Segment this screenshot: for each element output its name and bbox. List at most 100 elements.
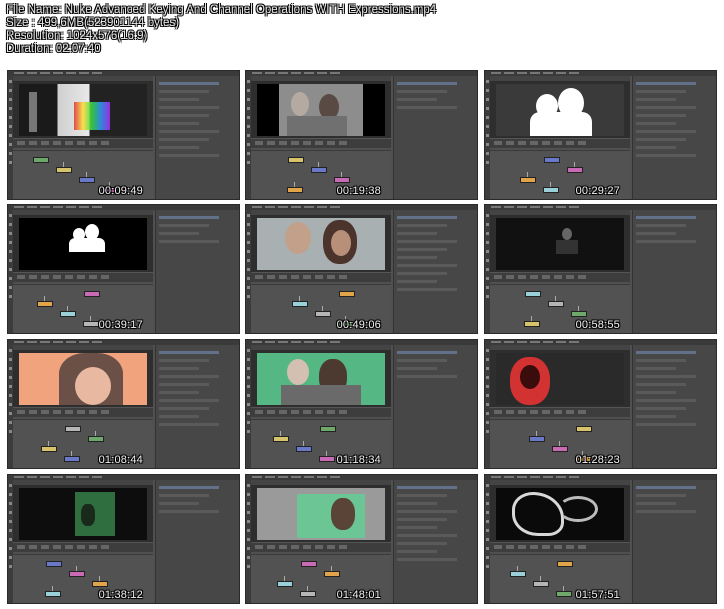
video-thumbnail: 00:49:06	[245, 204, 478, 334]
graph-node	[556, 591, 572, 597]
properties-panel	[393, 76, 477, 199]
video-thumbnail: 01:08:44	[7, 339, 240, 469]
viewer-frame	[19, 218, 147, 270]
file-duration: Duration: 02:07:40	[6, 43, 101, 55]
properties-panel	[393, 210, 477, 333]
graph-node	[543, 187, 559, 193]
thumbnail-timecode: 01:57:51	[575, 589, 620, 601]
viewer-frame	[496, 84, 624, 136]
graph-node	[88, 436, 104, 442]
graph-node	[320, 426, 336, 432]
properties-panel	[155, 210, 239, 333]
graph-node	[315, 311, 331, 317]
viewer-panel	[13, 345, 153, 417]
graph-node	[33, 157, 49, 163]
thumbnail-grid: 00:09:49 00:19:38 00:29:27 00:39:17 00:49:06…	[7, 70, 717, 606]
graph-node	[524, 321, 540, 327]
video-thumbnail: 00:58:55	[484, 204, 717, 334]
viewer-frame	[19, 84, 147, 136]
graph-node	[288, 157, 304, 163]
viewer-frame	[496, 353, 624, 405]
graph-node	[571, 311, 587, 317]
thumbnail-timecode: 01:08:44	[98, 454, 143, 466]
video-thumbnail: 00:19:38	[245, 70, 478, 200]
graph-node	[273, 436, 289, 442]
thumbnail-timecode: 01:38:12	[98, 589, 143, 601]
graph-node	[37, 301, 53, 307]
graph-node	[46, 561, 62, 567]
video-thumbnail: 01:48:01	[245, 474, 478, 604]
viewer-frame	[257, 218, 385, 270]
graph-node	[552, 446, 568, 452]
properties-panel	[632, 210, 716, 333]
viewer-panel	[490, 480, 630, 552]
properties-panel	[155, 76, 239, 199]
viewer-frame	[257, 488, 385, 540]
video-thumbnail: 00:09:49	[7, 70, 240, 200]
graph-node	[510, 571, 526, 577]
video-thumbnail: 01:57:51	[484, 474, 717, 604]
thumbnail-timecode: 01:48:01	[336, 589, 381, 601]
thumbnail-timecode: 00:49:06	[336, 319, 381, 331]
viewer-panel	[13, 480, 153, 552]
graph-node	[529, 436, 545, 442]
thumbnail-timecode: 00:58:55	[575, 319, 620, 331]
graph-node	[56, 167, 72, 173]
properties-panel	[155, 480, 239, 603]
viewer-panel	[13, 76, 153, 148]
properties-panel	[155, 345, 239, 468]
properties-panel	[393, 480, 477, 603]
viewer-panel	[490, 345, 630, 417]
graph-node	[65, 426, 81, 432]
graph-node	[69, 571, 85, 577]
graph-node	[79, 177, 95, 183]
properties-panel	[393, 345, 477, 468]
thumbnail-timecode: 00:09:49	[98, 185, 143, 197]
graph-node	[544, 157, 560, 163]
video-thumbnail: 00:39:17	[7, 204, 240, 334]
viewer-frame	[19, 353, 147, 405]
graph-node	[567, 167, 583, 173]
properties-panel	[632, 76, 716, 199]
graph-node	[292, 301, 308, 307]
graph-node	[296, 446, 312, 452]
thumbnail-timecode: 00:39:17	[98, 319, 143, 331]
viewer-frame	[496, 218, 624, 270]
graph-node	[45, 591, 61, 597]
viewer-panel	[490, 210, 630, 282]
graph-node	[300, 591, 316, 597]
graph-node	[84, 291, 100, 297]
video-thumbnail: 01:28:23	[484, 339, 717, 469]
graph-node	[83, 321, 99, 327]
viewer-frame	[496, 488, 624, 540]
graph-node	[339, 291, 355, 297]
thumbnail-timecode: 01:18:34	[336, 454, 381, 466]
graph-node	[334, 177, 350, 183]
viewer-panel	[251, 480, 391, 552]
graph-node	[277, 581, 293, 587]
graph-node	[64, 456, 80, 462]
graph-node	[525, 291, 541, 297]
graph-node	[324, 571, 340, 577]
file-resolution: Resolution: 1024x576(16:9)	[6, 30, 148, 42]
graph-node	[533, 581, 549, 587]
graph-node	[311, 167, 327, 173]
graph-node	[520, 177, 536, 183]
viewer-panel	[251, 345, 391, 417]
viewer-frame	[257, 353, 385, 405]
viewer-frame	[19, 488, 147, 540]
viewer-panel	[490, 76, 630, 148]
graph-node	[557, 561, 573, 567]
video-thumbnail: 01:18:34	[245, 339, 478, 469]
graph-node	[41, 446, 57, 452]
video-thumbnail: 01:38:12	[7, 474, 240, 604]
viewer-frame	[257, 84, 385, 136]
graph-node	[319, 456, 335, 462]
thumbnail-timecode: 00:19:38	[336, 185, 381, 197]
graph-node	[301, 561, 317, 567]
file-info: File Name: Nuke Advanced Keying And Chan…	[6, 4, 436, 56]
file-name: File Name: Nuke Advanced Keying And Chan…	[6, 4, 437, 16]
properties-panel	[632, 480, 716, 603]
properties-panel	[632, 345, 716, 468]
graph-node	[287, 187, 303, 193]
